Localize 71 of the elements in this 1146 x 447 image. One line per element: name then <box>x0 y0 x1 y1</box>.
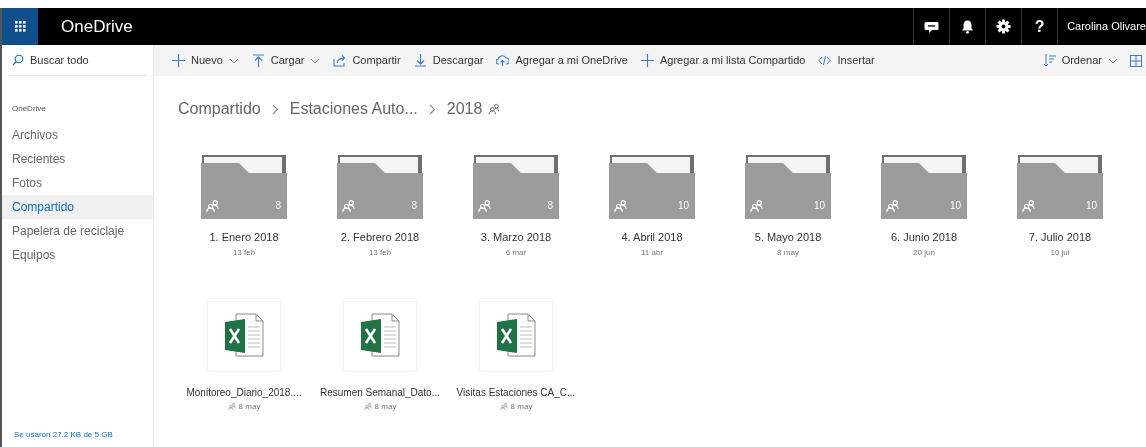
file-thumbnail[interactable] <box>344 298 416 371</box>
toolbar-button[interactable]: Agregar a mi OneDrive <box>496 45 628 76</box>
modified-date: 8 may <box>777 246 799 259</box>
modified-date: 20 jun <box>913 246 935 259</box>
item-count: 8 <box>411 199 417 213</box>
folder-name[interactable]: 6. Junio 2018 <box>890 229 958 246</box>
nav-item[interactable]: Recientes <box>2 147 153 171</box>
cloud-icon <box>496 54 510 67</box>
waffle-icon <box>14 21 26 32</box>
bell-icon <box>960 19 976 34</box>
file-name[interactable]: Resumen Semanal_Dato... <box>319 384 441 400</box>
spreadsheet-icon <box>496 312 536 357</box>
modified-date: 8 may <box>238 400 261 413</box>
storage-link[interactable]: Se usaron 27.2 KB de 5 GB <box>2 429 153 447</box>
search-field[interactable]: Buscar todo <box>30 51 140 69</box>
breadcrumb-link[interactable]: 2018 <box>446 97 483 121</box>
item-count: 8 <box>547 199 553 213</box>
item-count: 10 <box>1085 199 1097 213</box>
file-name[interactable]: Visitas Estaciones CA_C... <box>456 384 576 400</box>
nav-item[interactable]: Compartido <box>2 195 153 219</box>
modified-date: 8 may <box>510 400 533 413</box>
item-count: 10 <box>677 199 689 213</box>
toolbar-button[interactable]: Nuevo <box>172 45 239 76</box>
sort-icon <box>1042 54 1056 67</box>
chat-icon <box>924 19 940 34</box>
toolbar-button[interactable]: Cargar <box>251 45 321 76</box>
modified-date: 10 jul <box>1050 246 1070 259</box>
folder-name[interactable]: 2. Febrero 2018 <box>340 229 420 246</box>
item-count: 8 <box>275 199 281 213</box>
nav-item[interactable]: Papelera de reciclaje <box>2 219 153 243</box>
plus-icon <box>172 54 185 67</box>
chevron-icon <box>428 103 436 115</box>
sort-button[interactable]: Ordenar <box>1042 45 1118 76</box>
modified-date: 6 mar <box>505 246 527 259</box>
file-name[interactable]: Monitoreo_Diario_2018.... <box>186 384 302 400</box>
settings-icon <box>996 19 1012 34</box>
spreadsheet-icon <box>360 312 400 357</box>
modified-date: 11 abr <box>640 246 664 259</box>
toolbar-button[interactable]: Agregar a mi lista Compartido <box>640 45 806 76</box>
toolbar-button[interactable]: Compartir <box>333 45 401 76</box>
share-icon <box>333 54 347 67</box>
search-icon <box>12 54 24 66</box>
modified-date: 8 may <box>374 400 397 413</box>
modified-date: 13 feb <box>368 246 392 259</box>
breadcrumb-link[interactable]: Estaciones Auto... <box>289 97 418 121</box>
nav-item[interactable]: Fotos <box>2 171 153 195</box>
modified-date: 13 feb <box>232 246 256 259</box>
app-launcher-button[interactable] <box>2 8 38 45</box>
download-icon <box>413 54 427 67</box>
code-icon <box>818 54 832 67</box>
chevron-icon <box>271 103 279 115</box>
folder-name[interactable]: 7. Julio 2018 <box>1028 229 1092 246</box>
section-heading: OneDrive <box>11 103 47 115</box>
nav-item[interactable]: Equipos <box>2 243 153 267</box>
toolbar-button[interactable]: Insertar <box>818 45 875 76</box>
folder-name[interactable]: 1. Enero 2018 <box>209 229 279 246</box>
plus-icon <box>640 54 654 67</box>
spreadsheet-icon <box>224 312 264 357</box>
file-thumbnail[interactable] <box>208 298 280 371</box>
app-title[interactable]: OneDrive <box>61 13 133 40</box>
grid-view-icon <box>1130 54 1142 67</box>
folder-name[interactable]: 5. Mayo 2018 <box>754 229 822 246</box>
breadcrumb-link[interactable]: Compartido <box>178 97 261 121</box>
item-count: 10 <box>813 199 825 213</box>
folder-name[interactable]: 4. Abril 2018 <box>621 229 683 246</box>
toolbar-button[interactable]: Descargar <box>413 45 484 76</box>
folder-name[interactable]: 3. Marzo 2018 <box>480 229 552 246</box>
item-count: 10 <box>949 199 961 213</box>
upload-icon <box>251 54 265 67</box>
file-thumbnail[interactable] <box>480 298 552 371</box>
nav-item[interactable]: Archivos <box>2 123 153 147</box>
